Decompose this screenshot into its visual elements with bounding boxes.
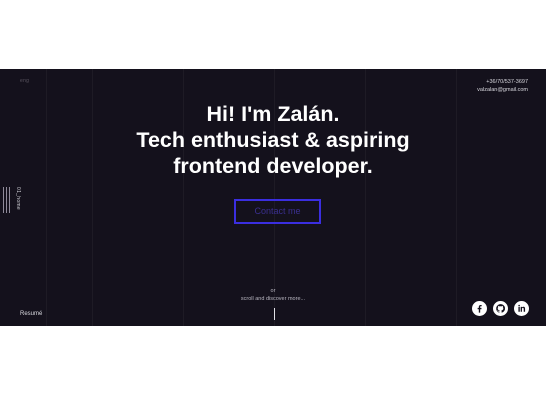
hero-section: eng +36/70/537-3697 valzalan@gmail.com 0… (0, 69, 546, 326)
contact-me-button[interactable]: Contact me (234, 199, 321, 224)
scroll-discover-text: scroll and discover more... (240, 296, 306, 302)
section-label: 01_home (15, 187, 21, 210)
social-links (472, 301, 529, 316)
facebook-icon[interactable] (472, 301, 487, 316)
language-switch[interactable]: eng (20, 78, 29, 84)
title-line-3: frontend developer. (173, 154, 373, 178)
title-line-1: Hi! I'm Zalán. (206, 102, 340, 126)
scroll-or-text: or (270, 288, 276, 294)
page-title: Hi! I'm Zalán. Tech enthusiast & aspirin… (0, 101, 546, 179)
scroll-hint: or scroll and discover more... (0, 287, 546, 303)
phone-number[interactable]: +36/70/537-3697 (477, 78, 528, 86)
title-line-2: Tech enthusiast & aspiring (136, 128, 410, 152)
linkedin-icon[interactable] (514, 301, 529, 316)
email-address[interactable]: valzalan@gmail.com (477, 86, 528, 94)
contact-info: +36/70/537-3697 valzalan@gmail.com (477, 78, 528, 94)
resume-link[interactable]: Resumé (20, 311, 42, 317)
section-indicator-bars (3, 187, 11, 213)
section-indicator: 01_home (3, 187, 25, 213)
github-icon[interactable] (493, 301, 508, 316)
scroll-indicator-line (274, 308, 275, 320)
